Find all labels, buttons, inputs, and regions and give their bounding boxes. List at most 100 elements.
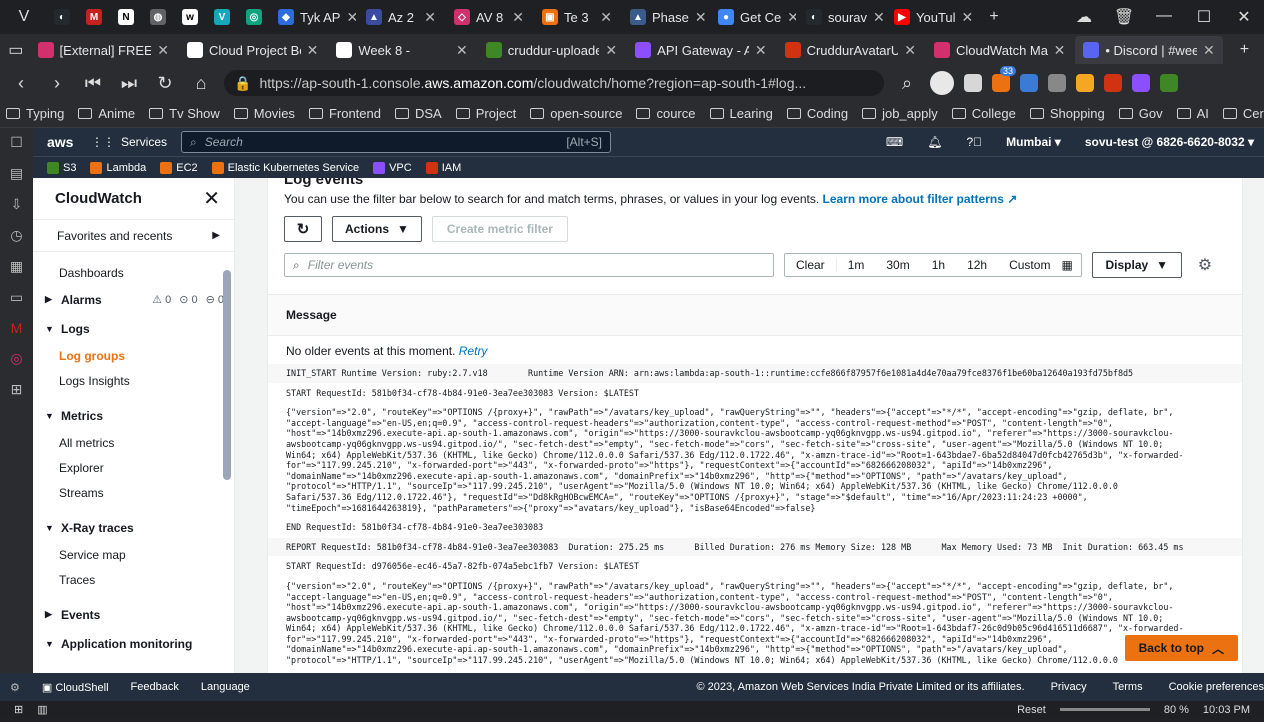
skip-back-icon[interactable]: ⏮ [80,73,106,94]
bookmark-folder[interactable]: Typing [6,106,64,121]
browser-tab[interactable]: ◍ [142,3,172,31]
nav-all-metrics[interactable]: All metrics [33,430,234,455]
gmail-icon[interactable]: M [11,320,23,336]
bookmark-folder[interactable]: Gov [1118,106,1163,121]
address-bar[interactable]: 🔒 https://ap-south-1.console.aws.amazon.… [224,70,884,96]
start-icon[interactable]: ⊞ [14,703,23,716]
close-icon[interactable]: ✕ [157,42,169,59]
nav-metrics[interactable]: ▼ Metrics [33,401,234,430]
close-icon[interactable]: ✕ [600,9,612,26]
history-icon[interactable]: ◷ [10,227,22,244]
browser-tab[interactable]: N [110,3,140,31]
bookmark-icon[interactable]: ☐ [10,134,23,151]
browser-tab[interactable]: CloudWatch Man ✕ [926,36,1073,64]
browser-menu-icon[interactable]: V [4,8,44,26]
cookie-preferences-link[interactable]: Cookie preferences [1169,681,1264,693]
bookmark-folder[interactable]: Project [455,106,516,121]
bookmark-folder[interactable]: Frontend [308,106,381,121]
favorite-service[interactable]: Elastic Kubernetes Service [211,161,359,174]
settings-gear-icon[interactable]: ⚙ [1198,255,1212,275]
favorites-and-recents[interactable]: Favorites and recents ▶ [33,220,234,252]
bookmark-folder[interactable]: Tv Show [149,106,220,121]
browser-tab[interactable]: cruddur-uploade ✕ [478,36,625,64]
browser-tab[interactable]: ▣ Te 3 ✕ [534,3,620,31]
new-tab-icon[interactable]: + [974,8,1014,26]
bookmark-folder[interactable]: open-source [530,106,622,121]
notes-icon[interactable]: ▦ [10,258,23,275]
close-icon[interactable]: ✕ [424,9,436,26]
browser-tab[interactable]: ◇ AV 8 ✕ [446,3,532,31]
notifications-icon[interactable]: 🔔︎ [927,135,942,149]
close-icon[interactable]: ✕ [873,9,884,26]
aws-logo[interactable]: aws [47,134,77,150]
extension-icon[interactable] [1104,74,1122,92]
account-menu[interactable]: sovu-test @ 6826-6620-8032 ▾ [1085,135,1254,149]
browser-tab[interactable]: V [206,3,236,31]
cloudshell-icon[interactable]: ⌨ [886,135,903,149]
time-range-option[interactable]: Clear [785,258,837,272]
close-icon[interactable]: ✕ [962,9,972,26]
log-event-row[interactable]: {"version"=>"2.0", "routeKey"=>"OPTIONS … [286,403,1242,519]
close-icon[interactable]: ✕ [787,9,796,26]
cloudshell-link[interactable]: ▣ CloudShell [42,681,109,694]
browser-tab[interactable]: Cloud Project Boo ✕ [179,36,326,64]
home-icon[interactable]: ⌂ [188,73,214,94]
browser-tab[interactable]: • Discord | #week ✕ [1075,36,1223,64]
terms-link[interactable]: Terms [1113,681,1143,693]
aws-search-input[interactable]: ⌕ Search [Alt+S] [181,131,612,153]
browser-tab[interactable]: ◐ sourav ✕ [798,3,884,31]
close-icon[interactable]: ✕ [904,42,916,59]
close-icon[interactable]: ✕ [755,42,767,59]
log-event-row[interactable]: INIT_START Runtime Version: ruby:2.7.v18… [268,364,1242,384]
display-button[interactable]: Display ▼ [1091,252,1182,278]
close-icon[interactable]: ✕ [456,42,468,59]
tab-actions-icon[interactable]: ▭ [4,40,28,60]
bookmark-folder[interactable]: Coding [786,106,848,121]
extension-icon[interactable] [1048,74,1066,92]
new-tab-icon[interactable]: + [1225,41,1264,59]
instagram-icon[interactable]: ◎ [10,350,22,367]
minimize-icon[interactable]: — [1144,7,1184,27]
bookmark-folder[interactable]: Anime [78,106,135,121]
favorite-service[interactable]: EC2 [160,161,198,174]
close-icon[interactable]: ✕ [695,9,707,26]
extension-icon[interactable] [1160,74,1178,92]
reload-icon[interactable]: ↻ [152,73,178,94]
region-selector[interactable]: Mumbai ▾ [1006,135,1061,149]
log-event-row[interactable]: END RequestId: 581b0f34-cf78-4b84-91e0-3… [286,518,1242,538]
browser-tab[interactable]: CruddurAvatarUp ✕ [777,36,924,64]
close-icon[interactable]: ✕ [605,42,617,59]
nav-xray[interactable]: ▼ X-Ray traces [33,513,234,542]
download-icon[interactable]: ⇩ [11,196,23,213]
retry-link[interactable]: Retry [459,344,488,358]
calendar-icon[interactable]: ▦ [1061,258,1080,272]
browser-tab[interactable]: ◎ [238,3,268,31]
extension-icon[interactable] [1020,74,1038,92]
create-metric-filter-button[interactable]: Create metric filter [431,216,568,242]
bookmark-folder[interactable]: DSA [394,106,442,121]
nav-log-groups[interactable]: Log groups [33,343,234,368]
browser-tab[interactable]: ● Get Ce ✕ [710,3,796,31]
extension-badge-icon[interactable]: 33 [992,66,1017,92]
nav-traces[interactable]: Traces [33,567,234,592]
time-range-option[interactable]: 1h [921,258,956,272]
nav-dashboards[interactable]: Dashboards [33,260,234,285]
browser-tab[interactable]: API Gateway - AP ✕ [627,36,774,64]
nav-alarms[interactable]: ▶ Alarms ⚠ 0 ⊙ 0 ⊖ 0 [33,285,234,314]
favorite-service[interactable]: IAM [425,161,461,174]
favorite-service[interactable]: VPC [373,161,412,174]
extension-icon[interactable] [1076,74,1094,92]
cloud-icon[interactable]: ☁ [1064,7,1104,27]
skip-forward-icon[interactable]: ⏭ [116,73,142,94]
close-icon[interactable]: ✕ [1203,42,1215,59]
nav-explorer[interactable]: Explorer [33,455,234,480]
log-event-row[interactable]: REPORT RequestId: 581b0f34-cf78-4b84-91e… [268,537,1242,558]
close-icon[interactable]: ✕ [1054,42,1066,59]
close-icon[interactable]: ✕ [203,186,220,211]
search-icon[interactable]: ⌕ [894,73,920,94]
forward-icon[interactable]: › [44,73,70,94]
help-icon[interactable]: ?⃝ [966,135,982,149]
browser-tab[interactable]: M [78,3,108,31]
nav-service-map[interactable]: Service map [33,542,234,567]
browser-tab[interactable]: ◆ Tyk AP ✕ [270,3,356,31]
